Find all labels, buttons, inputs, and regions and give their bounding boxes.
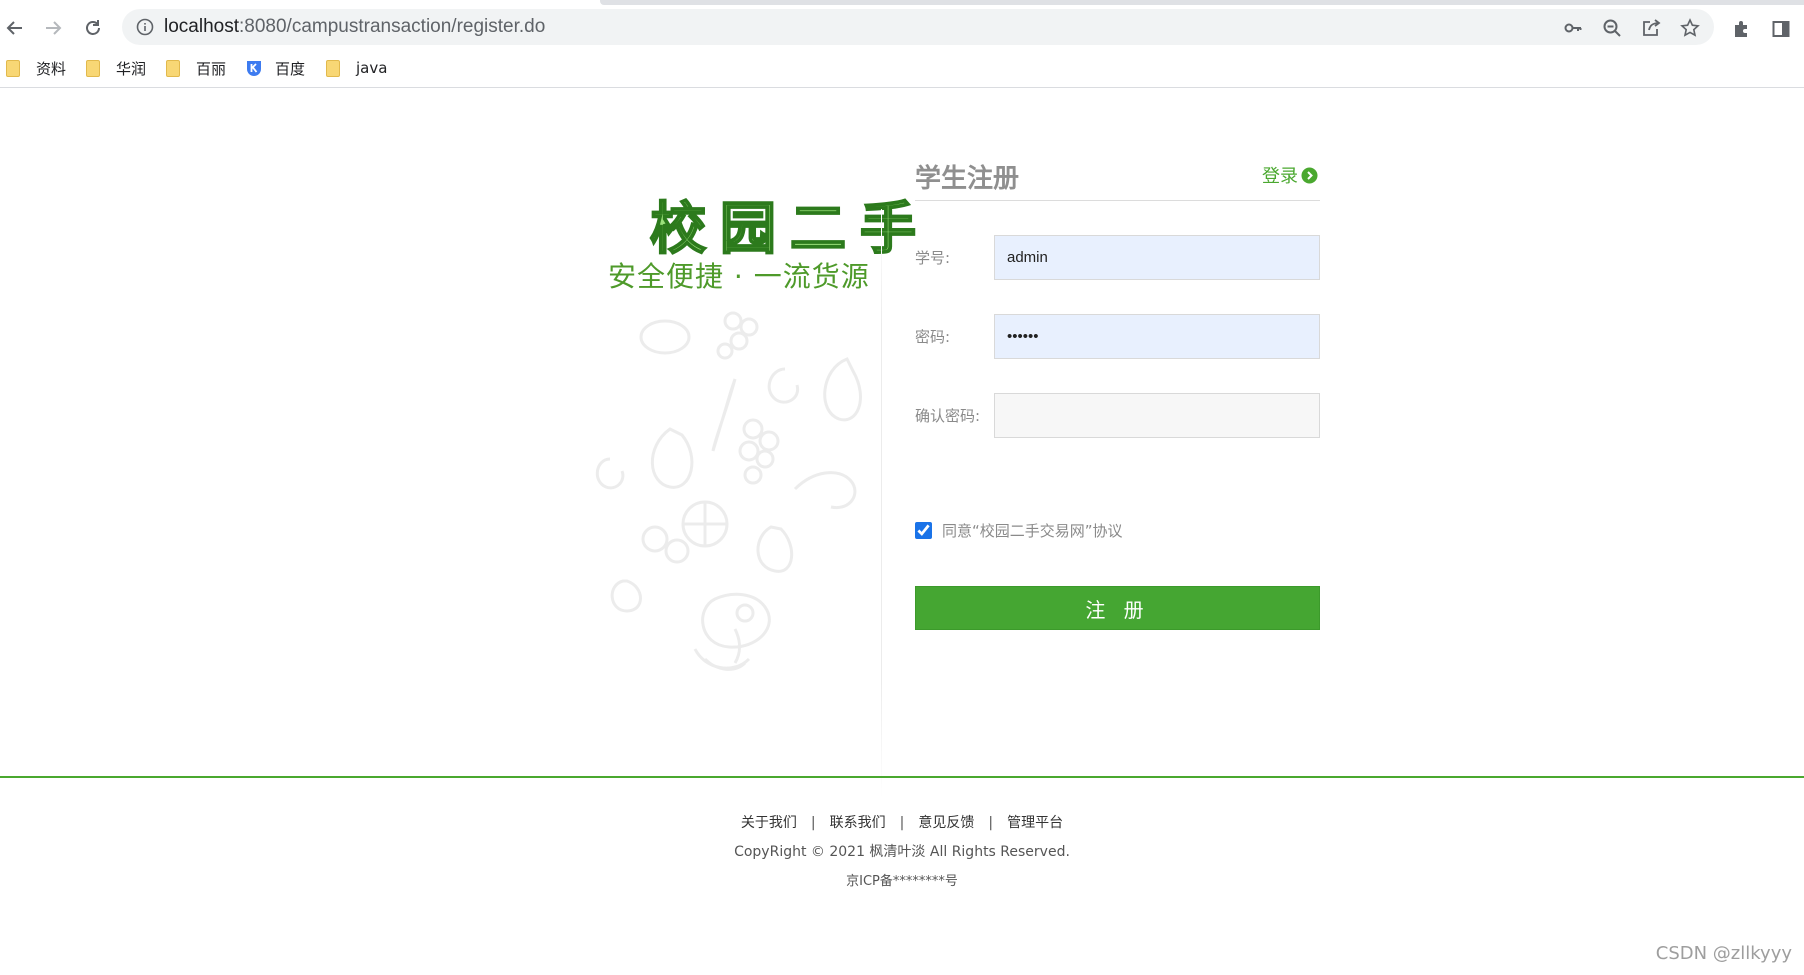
login-link-label: 登录 bbox=[1262, 166, 1298, 187]
fruit-vegetable-doodles-icon bbox=[595, 311, 862, 671]
footer-link-feedback[interactable]: 意见反馈 bbox=[918, 815, 974, 831]
bookmark-label: 资料 bbox=[36, 59, 67, 78]
password-label: 密码: bbox=[915, 328, 951, 346]
folder-icon bbox=[166, 59, 180, 77]
extensions-button[interactable] bbox=[1731, 18, 1753, 40]
register-button[interactable]: 注 册 bbox=[915, 586, 1320, 630]
icp-text: 京ICP备********号 bbox=[846, 874, 958, 889]
csdn-watermark: CSDN @zllkyyy bbox=[1655, 943, 1792, 964]
confirm-password-label: 确认密码: bbox=[915, 407, 981, 425]
share-button[interactable] bbox=[1640, 17, 1662, 39]
agreement-checkbox[interactable] bbox=[915, 522, 932, 539]
bookmark-label: 百度 bbox=[275, 59, 306, 78]
folder-icon bbox=[6, 59, 20, 77]
key-icon bbox=[1564, 23, 1582, 33]
back-button[interactable] bbox=[2, 15, 28, 41]
vertical-divider bbox=[881, 209, 882, 799]
url-text[interactable]: localhost:8080/campustransaction/registe… bbox=[164, 16, 545, 38]
footer-divider bbox=[0, 776, 1804, 778]
bookmark-item[interactable]: 百度 bbox=[245, 57, 305, 79]
k-logo-icon bbox=[247, 61, 261, 76]
form-header: 学生注册 登录 bbox=[915, 156, 1320, 201]
copyright-text: CopyRight © 2021 枫清叶淡 All Rights Reserve… bbox=[734, 844, 1070, 860]
student-id-label: 学号: bbox=[915, 249, 951, 267]
address-bar[interactable]: localhost:8080/campustransaction/registe… bbox=[122, 9, 1714, 45]
folder-icon bbox=[326, 59, 340, 77]
bookmark-label: java bbox=[356, 59, 388, 77]
side-panel-button[interactable] bbox=[1770, 18, 1792, 40]
bookmark-item[interactable]: 华润 bbox=[86, 57, 146, 79]
brand-subtitle: 安全便捷 · 一流货源 bbox=[608, 260, 870, 293]
zoom-out-icon bbox=[1603, 19, 1621, 37]
url-host: localhost bbox=[164, 16, 239, 37]
zoom-button[interactable] bbox=[1601, 17, 1623, 39]
url-path: :8080/campustransaction/register.do bbox=[239, 16, 546, 37]
bookmark-label: 华润 bbox=[116, 59, 147, 78]
login-link[interactable]: 登录 bbox=[1262, 162, 1318, 188]
bookmark-item[interactable]: 百丽 bbox=[166, 57, 226, 79]
student-id-input[interactable] bbox=[994, 235, 1320, 280]
footer-separator: | bbox=[899, 815, 905, 831]
bookmark-star-button[interactable] bbox=[1679, 17, 1701, 39]
confirm-password-input[interactable] bbox=[994, 393, 1320, 438]
bookmarks-bar: 资料 华润 百丽 百度 java bbox=[0, 48, 1804, 88]
info-icon[interactable] bbox=[136, 18, 154, 36]
footer-link-admin[interactable]: 管理平台 bbox=[1007, 815, 1063, 831]
footer-links: 关于我们 | 联系我们 | 意见反馈 | 管理平台 bbox=[0, 812, 1804, 832]
bookmark-item[interactable]: 资料 bbox=[6, 57, 66, 79]
footer-link-contact[interactable]: 联系我们 bbox=[830, 815, 886, 831]
agreement-text: 同意“校园二手交易网”协议 bbox=[942, 522, 1123, 540]
agreement-row[interactable]: 同意“校园二手交易网”协议 bbox=[915, 520, 1123, 541]
arrow-left-icon bbox=[6, 21, 22, 35]
bookmark-item[interactable]: java bbox=[326, 57, 387, 79]
form-title: 学生注册 bbox=[915, 164, 1020, 194]
brand-title: 校园二手 bbox=[649, 195, 930, 263]
password-key-button[interactable] bbox=[1562, 17, 1584, 39]
arrow-circle-right-icon bbox=[1301, 167, 1318, 183]
side-panel-icon bbox=[1772, 21, 1790, 37]
reload-button[interactable] bbox=[80, 15, 106, 41]
footer-separator: | bbox=[810, 815, 816, 831]
password-input[interactable] bbox=[994, 314, 1320, 359]
bookmark-label: 百丽 bbox=[196, 59, 227, 78]
forward-button[interactable] bbox=[40, 15, 66, 41]
share-icon bbox=[1643, 19, 1661, 36]
folder-icon bbox=[86, 59, 100, 77]
footer-separator: | bbox=[988, 815, 994, 831]
star-icon bbox=[1680, 18, 1700, 37]
footer-link-about[interactable]: 关于我们 bbox=[741, 815, 797, 831]
puzzle-icon bbox=[1735, 21, 1747, 37]
browser-toolbar: localhost:8080/campustransaction/registe… bbox=[0, 5, 1804, 48]
arrow-right-icon bbox=[46, 21, 62, 35]
page-content: 校园二手 安全便捷 · 一流货源 学生注册 登录 学号: 密码: 确认密码: 同… bbox=[0, 89, 1804, 975]
reload-icon bbox=[86, 20, 100, 35]
